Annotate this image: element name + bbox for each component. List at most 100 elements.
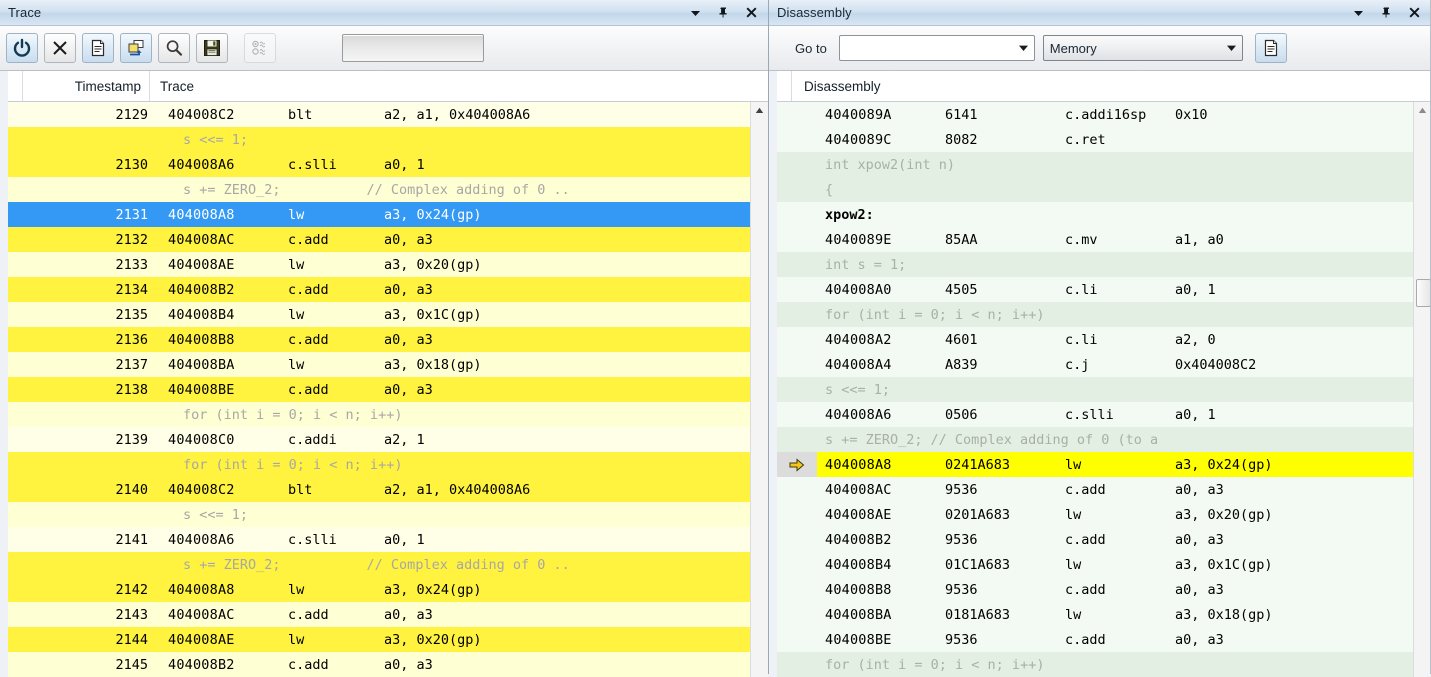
save-button[interactable] (196, 33, 228, 63)
disassembly-row[interactable]: 404008A04505c.lia0, 1 (777, 277, 1413, 302)
close-icon[interactable] (744, 6, 758, 20)
source-text: for (int i = 0; i < n; i++) (817, 307, 1044, 323)
find-button[interactable] (158, 33, 190, 63)
disassembly-label-row[interactable]: xpow2: (777, 202, 1413, 227)
disassembly-source-line[interactable]: for (int i = 0; i < n; i++) (777, 302, 1413, 327)
trace-scroll-track[interactable] (751, 119, 768, 677)
trace-row[interactable]: 2139404008C0c.addia2, 1 (8, 427, 750, 452)
disassembly-encoding: 85AA (945, 232, 1065, 248)
trace-titlebar: Trace (0, 0, 768, 26)
disassembly-column-header: Disassembly (777, 71, 1431, 102)
trace-row[interactable]: 2137404008BAlwa3, 0x18(gp) (8, 352, 750, 377)
trace-source-line[interactable]: s <<= 1; (8, 127, 750, 152)
disassembly-row[interactable]: 404008A4A839c.j0x404008C2 (777, 352, 1413, 377)
source-text: s <<= 1; (8, 132, 248, 148)
trace-row[interactable]: 2129404008C2blta2, a1, 0x404008A6 (8, 102, 750, 127)
trace-address: 404008AC (154, 232, 278, 248)
scroll-up-arrow-icon[interactable] (751, 102, 768, 119)
trace-address: 404008C2 (154, 107, 278, 123)
row-gutter (777, 327, 817, 352)
trace-row[interactable]: 2130404008A6c.sllia0, 1 (8, 152, 750, 177)
trace-source-line[interactable]: for (int i = 0; i < n; i++) (8, 452, 750, 477)
disassembly-scroll-thumb[interactable] (1416, 279, 1431, 307)
trace-row[interactable]: 2143404008ACc.adda0, a3 (8, 602, 750, 627)
trace-timestamp: 2131 (8, 207, 154, 223)
pin-icon[interactable] (716, 6, 730, 20)
disassembly-source-line[interactable]: int xpow2(int n) (777, 152, 1413, 177)
trace-row[interactable]: 2144404008AElwa3, 0x20(gp) (8, 627, 750, 652)
column-header-timestamp[interactable]: Timestamp (23, 71, 150, 101)
trace-source-line[interactable]: for (int i = 0; i < n; i++) (8, 402, 750, 427)
disassembly-source-line[interactable]: s += ZERO_2;// Complex adding of 0 (to a (777, 427, 1413, 452)
disassembly-source-line[interactable]: for (int i = 0; i < n; i++) (777, 652, 1413, 677)
trace-row[interactable]: 2135404008B4lwa3, 0x1C(gp) (8, 302, 750, 327)
trace-row[interactable]: 2145404008B2c.adda0, a3 (8, 652, 750, 677)
source-comment: // Complex adding of 0 (to a (923, 432, 1159, 448)
disassembly-mnemonic: c.ret (1065, 132, 1175, 148)
disassembly-source-line[interactable]: int s = 1; (777, 252, 1413, 277)
power-button[interactable] (6, 33, 38, 63)
trace-mnemonic: c.addi (278, 432, 384, 448)
chevron-down-icon[interactable] (1222, 44, 1242, 52)
trace-row[interactable]: 2136404008B8c.adda0, a3 (8, 327, 750, 352)
navigate-button[interactable] (120, 33, 152, 63)
disassembly-row[interactable]: 404008A80241A683lwa3, 0x24(gp) (777, 452, 1413, 477)
disassembly-source-line[interactable]: { (777, 177, 1413, 202)
trace-source-line[interactable]: s <<= 1; (8, 502, 750, 527)
trace-operands: a3, 0x18(gp) (384, 357, 482, 373)
chevron-down-icon[interactable] (688, 6, 702, 20)
trace-row[interactable]: 2138404008BEc.adda0, a3 (8, 377, 750, 402)
scope-select[interactable]: Memory (1043, 35, 1243, 61)
trace-mnemonic: lw (278, 632, 384, 648)
trace-row[interactable]: 2131404008A8lwa3, 0x24(gp) (8, 202, 750, 227)
disassembly-operands: a0, a3 (1175, 532, 1224, 548)
filter-button[interactable] (244, 33, 276, 63)
disassembly-row[interactable]: 4040089C8082c.ret (777, 127, 1413, 152)
disassembly-rows[interactable]: 4040089A6141c.addi16sp0x104040089C8082c.… (777, 102, 1413, 677)
disassembly-address: 404008B2 (817, 532, 945, 548)
trace-address: 404008B4 (154, 307, 278, 323)
disassembly-row[interactable]: 404008B89536c.adda0, a3 (777, 577, 1413, 602)
chevron-down-icon[interactable] (1014, 44, 1034, 52)
disassembly-mnemonic: c.mv (1065, 232, 1175, 248)
goto-address-combobox[interactable] (839, 35, 1035, 61)
disassembly-vertical-scrollbar[interactable] (1413, 102, 1431, 677)
scroll-up-arrow-icon[interactable] (1414, 102, 1431, 119)
disassembly-row[interactable]: 404008B401C1A683lwa3, 0x1C(gp) (777, 552, 1413, 577)
trace-rows[interactable]: 2129404008C2blta2, a1, 0x404008A6 s <<= 1… (8, 102, 750, 677)
disassembly-row[interactable]: 404008A24601c.lia2, 0 (777, 327, 1413, 352)
trace-row[interactable]: 2133404008AElwa3, 0x20(gp) (8, 252, 750, 277)
disassembly-list-container: Disassembly 4040089A6141c.addi16sp0x1040… (769, 71, 1431, 677)
trace-row[interactable]: 2134404008B2c.adda0, a3 (8, 277, 750, 302)
disassembly-row[interactable]: 4040089E85AAc.mva1, a0 (777, 227, 1413, 252)
disassembly-row[interactable]: 404008B29536c.adda0, a3 (777, 527, 1413, 552)
disassembly-scroll-track[interactable] (1414, 119, 1431, 677)
trace-row[interactable]: 2142404008A8lwa3, 0x24(gp) (8, 577, 750, 602)
show-source-button[interactable] (1255, 33, 1287, 63)
disassembly-row[interactable]: 404008BA0181A683lwa3, 0x18(gp) (777, 602, 1413, 627)
disassembly-row[interactable]: 404008AE0201A683lwa3, 0x20(gp) (777, 502, 1413, 527)
trace-row[interactable]: 2141404008A6c.sllia0, 1 (8, 527, 750, 552)
trace-timestamp: 2132 (8, 232, 154, 248)
disassembly-row[interactable]: 4040089A6141c.addi16sp0x10 (777, 102, 1413, 127)
disassembly-source-line[interactable]: s <<= 1; (777, 377, 1413, 402)
pin-icon[interactable] (1379, 6, 1393, 20)
disassembly-mnemonic: c.add (1065, 482, 1175, 498)
copy-to-file-button[interactable] (82, 33, 114, 63)
trace-search-input[interactable] (342, 34, 484, 62)
clear-button[interactable] (44, 33, 76, 63)
disassembly-row[interactable]: 404008AC9536c.adda0, a3 (777, 477, 1413, 502)
trace-source-line[interactable]: s += ZERO_2;// Complex adding of 0 .. (8, 177, 750, 202)
trace-row[interactable]: 2132404008ACc.adda0, a3 (8, 227, 750, 252)
trace-source-line[interactable]: s += ZERO_2;// Complex adding of 0 .. (8, 552, 750, 577)
disassembly-mnemonic: c.add (1065, 582, 1175, 598)
trace-vertical-scrollbar[interactable] (750, 102, 768, 677)
close-icon[interactable] (1407, 6, 1421, 20)
column-header-trace[interactable]: Trace (150, 71, 768, 101)
trace-timestamp: 2137 (8, 357, 154, 373)
disassembly-row[interactable]: 404008A60506c.sllia0, 1 (777, 402, 1413, 427)
disassembly-row[interactable]: 404008BE9536c.adda0, a3 (777, 627, 1413, 652)
column-header-disassembly[interactable]: Disassembly (792, 71, 1431, 101)
chevron-down-icon[interactable] (1351, 6, 1365, 20)
trace-row[interactable]: 2140404008C2blta2, a1, 0x404008A6 (8, 477, 750, 502)
